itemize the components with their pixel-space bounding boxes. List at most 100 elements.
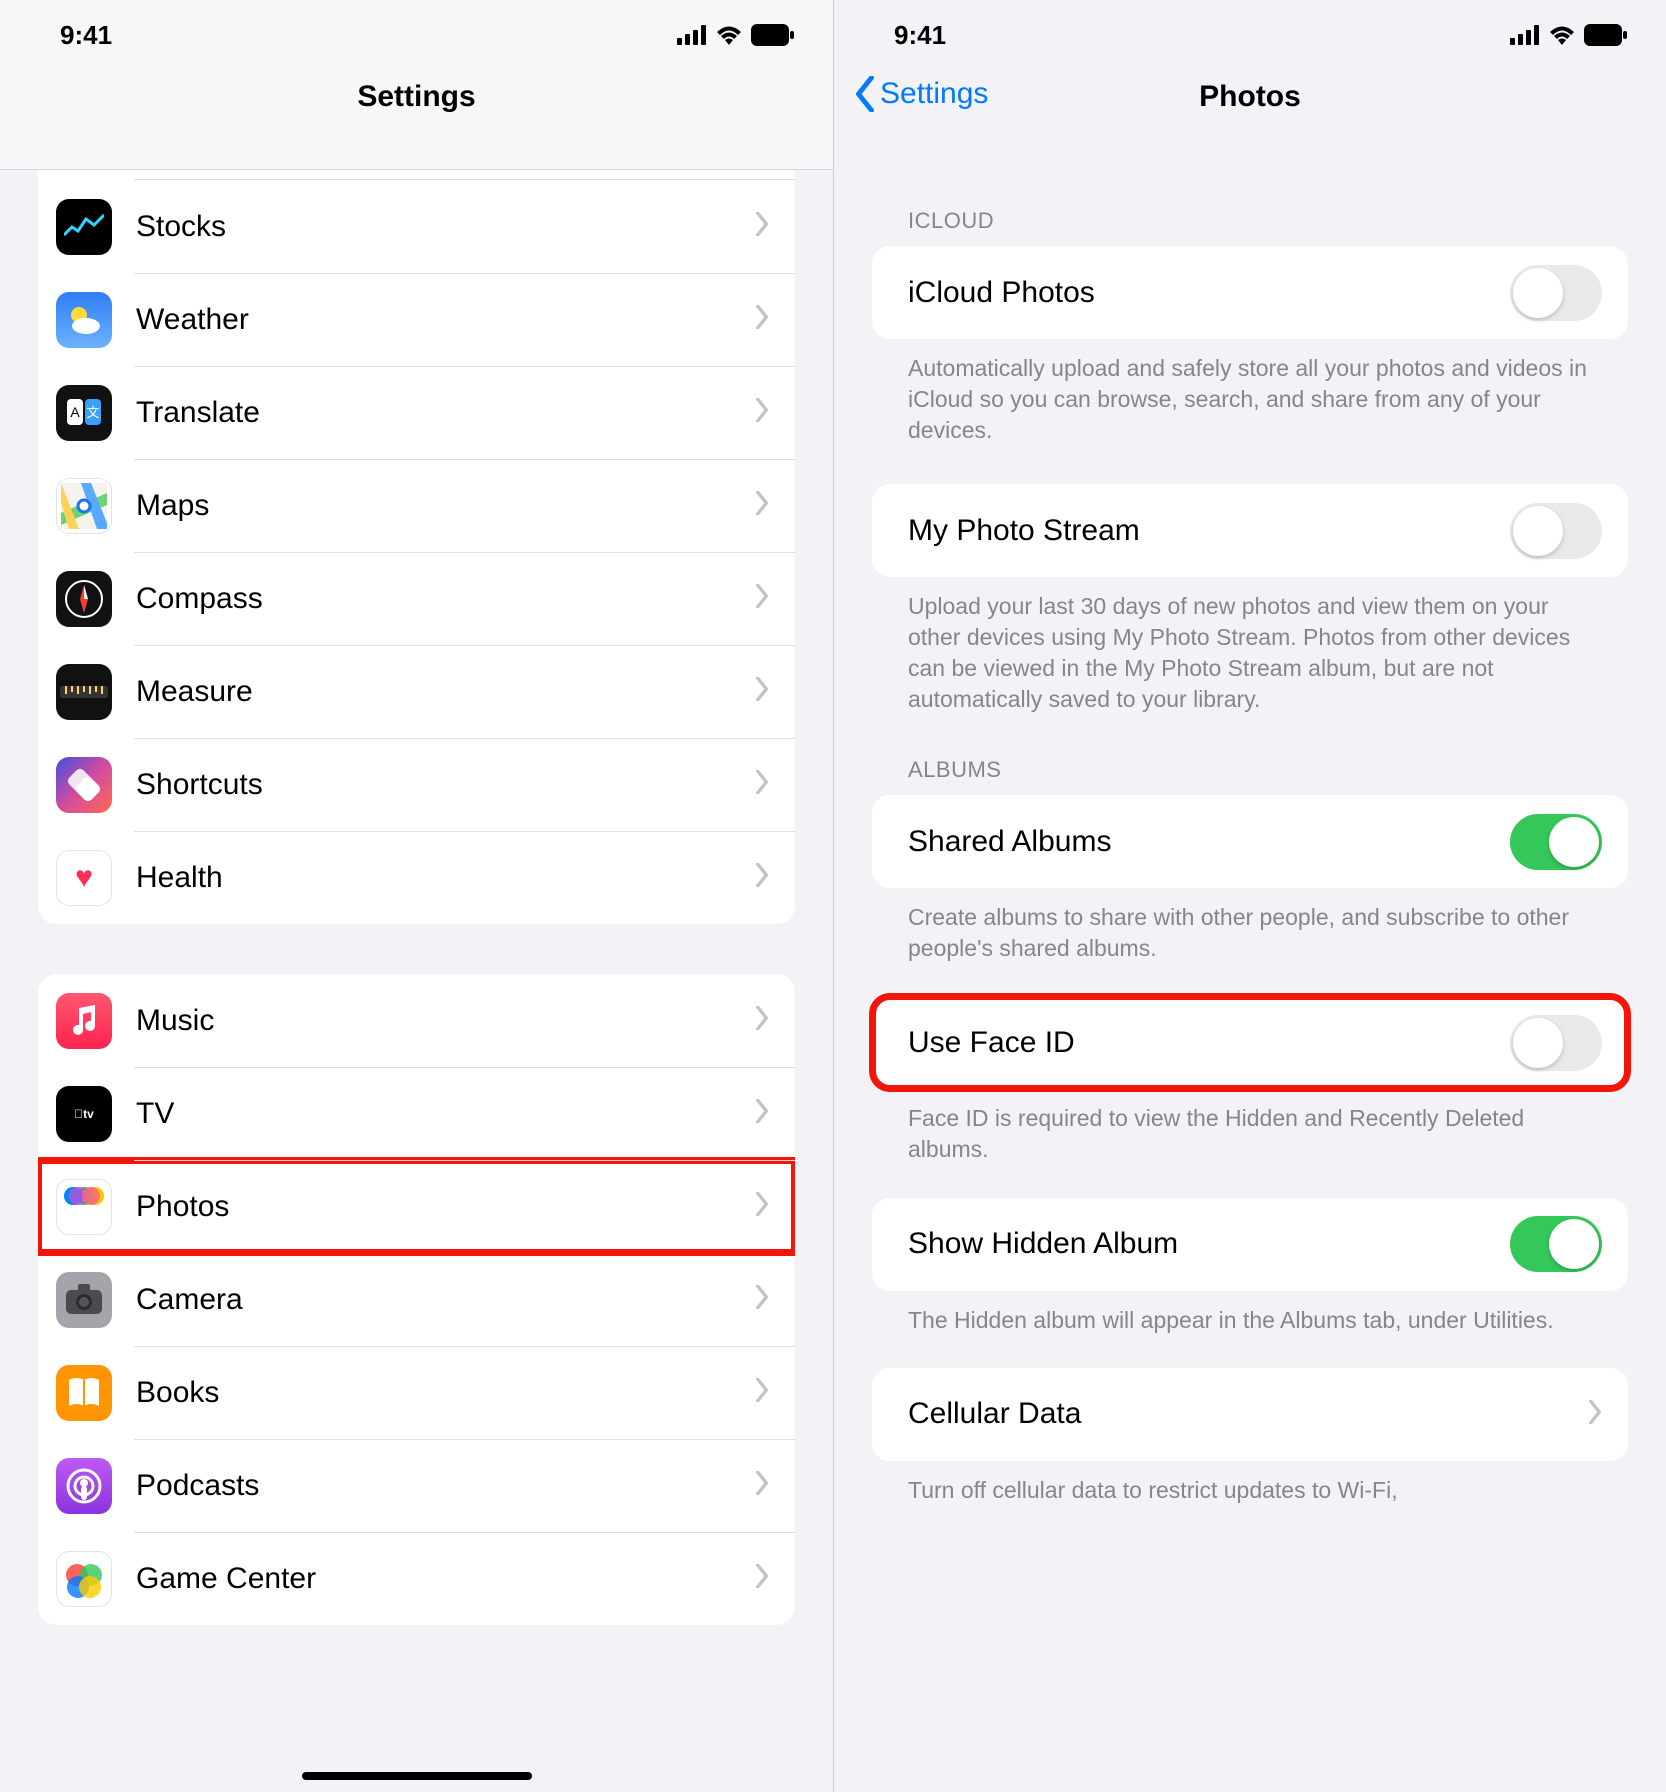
settings-row-translate[interactable]: A文 Translate [38, 366, 795, 459]
translate-icon: A文 [56, 385, 112, 441]
chevron-right-icon [755, 770, 769, 799]
toggle-shared-albums[interactable] [1510, 814, 1602, 870]
wifi-icon [1548, 25, 1576, 45]
settings-list[interactable]: Stocks Weather A文 Translate Maps Compass Measu… [0, 170, 833, 1792]
battery-icon [1584, 24, 1628, 46]
row-label: Translate [136, 396, 755, 430]
chevron-right-icon [755, 398, 769, 427]
cellular-icon [677, 25, 707, 45]
status-bar: 9:41 [0, 0, 833, 70]
back-button[interactable]: Settings [854, 76, 988, 112]
settings-group-apps-1: Stocks Weather A文 Translate Maps Compass Measu… [38, 170, 795, 924]
gamecenter-icon [56, 1551, 112, 1607]
svg-text:A: A [70, 404, 80, 420]
row-label: Stocks [136, 210, 755, 244]
row-label: Maps [136, 489, 755, 523]
row-label: Podcasts [136, 1469, 755, 1503]
chevron-right-icon [755, 1099, 769, 1128]
podcasts-icon [56, 1458, 112, 1514]
row-label: Camera [136, 1283, 755, 1317]
settings-row-tv[interactable]: tv TV [38, 1067, 795, 1160]
footer-icloud-photos: Automatically upload and safely store al… [872, 339, 1628, 450]
footer-shared-albums: Create albums to share with other people… [872, 888, 1628, 968]
row-label: Shared Albums [908, 825, 1510, 859]
row-use-faceid[interactable]: Use Face ID [872, 996, 1628, 1089]
row-shared-albums[interactable]: Shared Albums [872, 795, 1628, 888]
footer-photo-stream: Upload your last 30 days of new photos a… [872, 577, 1628, 719]
status-time: 9:41 [894, 20, 946, 51]
settings-row-maps[interactable]: Maps [38, 459, 795, 552]
row-label: My Photo Stream [908, 514, 1510, 548]
row-label: Use Face ID [908, 1026, 1510, 1060]
section-header-icloud: ICLOUD [872, 170, 1628, 246]
tv-icon: tv [56, 1086, 112, 1142]
chevron-right-icon [755, 491, 769, 520]
chevron-right-icon [755, 863, 769, 892]
row-label: Compass [136, 582, 755, 616]
toggle-photo-stream[interactable] [1510, 503, 1602, 559]
weather-icon [56, 292, 112, 348]
settings-row-photos[interactable]: Photos [38, 1160, 795, 1253]
photos-icon [56, 1179, 112, 1235]
compass-icon [56, 571, 112, 627]
settings-row-gamecenter[interactable]: Game Center [38, 1532, 795, 1625]
chevron-right-icon [755, 305, 769, 334]
maps-icon [56, 478, 112, 534]
row-label: Cellular Data [908, 1397, 1588, 1431]
settings-screen: 9:41 Settings Stocks Weather A文 Translate Ma… [0, 0, 833, 1792]
settings-group-apps-2: Music tv TV Photos Camera Books Podcasts Game … [38, 974, 795, 1625]
group-use-faceid: Use Face ID [872, 996, 1628, 1089]
camera-icon [56, 1272, 112, 1328]
settings-row-books[interactable]: Books [38, 1346, 795, 1439]
back-label: Settings [880, 77, 988, 111]
chevron-right-icon [755, 1471, 769, 1500]
settings-row-stocks[interactable]: Stocks [38, 180, 795, 273]
row-icloud-photos[interactable]: iCloud Photos [872, 246, 1628, 339]
status-icons [677, 24, 795, 46]
settings-row-podcasts[interactable]: Podcasts [38, 1439, 795, 1532]
chevron-right-icon [755, 1285, 769, 1314]
settings-row-health[interactable]: ♥Health [38, 831, 795, 924]
row-photo-stream[interactable]: My Photo Stream [872, 484, 1628, 577]
settings-row-music[interactable]: Music [38, 974, 795, 1067]
chevron-right-icon [755, 212, 769, 241]
row-label: Books [136, 1376, 755, 1410]
chevron-left-icon [854, 76, 876, 112]
settings-row-camera[interactable]: Camera [38, 1253, 795, 1346]
measure-icon [56, 664, 112, 720]
home-indicator[interactable] [302, 1772, 532, 1780]
page-title: Settings [357, 80, 475, 114]
group-photo-stream: My Photo Stream [872, 484, 1628, 577]
toggle-icloud-photos[interactable] [1510, 265, 1602, 321]
books-icon [56, 1365, 112, 1421]
row-label: Measure [136, 675, 755, 709]
chevron-right-icon [755, 1564, 769, 1593]
row-label: TV [136, 1097, 755, 1131]
cellular-icon [1510, 25, 1540, 45]
wifi-icon [715, 25, 743, 45]
row-label: Music [136, 1004, 755, 1038]
group-hidden-album: Show Hidden Album [872, 1198, 1628, 1291]
nav-bar: Settings [0, 70, 833, 170]
toggle-hidden-album[interactable] [1510, 1216, 1602, 1272]
page-title: Photos [1199, 80, 1301, 114]
row-label: iCloud Photos [908, 276, 1510, 310]
group-shared-albums: Shared Albums [872, 795, 1628, 888]
settings-row-compass[interactable]: Compass [38, 552, 795, 645]
status-icons [1510, 24, 1628, 46]
row-hidden-album[interactable]: Show Hidden Album [872, 1198, 1628, 1291]
settings-row-measure[interactable]: Measure [38, 645, 795, 738]
settings-row-shortcuts[interactable]: Shortcuts [38, 738, 795, 831]
music-icon [56, 993, 112, 1049]
row-cellular-data[interactable]: Cellular Data [872, 1368, 1628, 1461]
settings-row-weather[interactable]: Weather [38, 273, 795, 366]
row-label: Weather [136, 303, 755, 337]
photos-settings-screen: 9:41 Settings Photos ICLOUD iCloud Photo… [833, 0, 1666, 1792]
group-cellular-data: Cellular Data [872, 1368, 1628, 1461]
toggle-use-faceid[interactable] [1510, 1015, 1602, 1071]
chevron-right-icon [755, 1192, 769, 1221]
footer-use-faceid: Face ID is required to view the Hidden a… [872, 1089, 1628, 1169]
chevron-right-icon [1588, 1400, 1602, 1429]
status-bar: 9:41 [834, 0, 1666, 70]
photos-settings-content[interactable]: ICLOUD iCloud Photos Automatically uploa… [834, 170, 1666, 1792]
